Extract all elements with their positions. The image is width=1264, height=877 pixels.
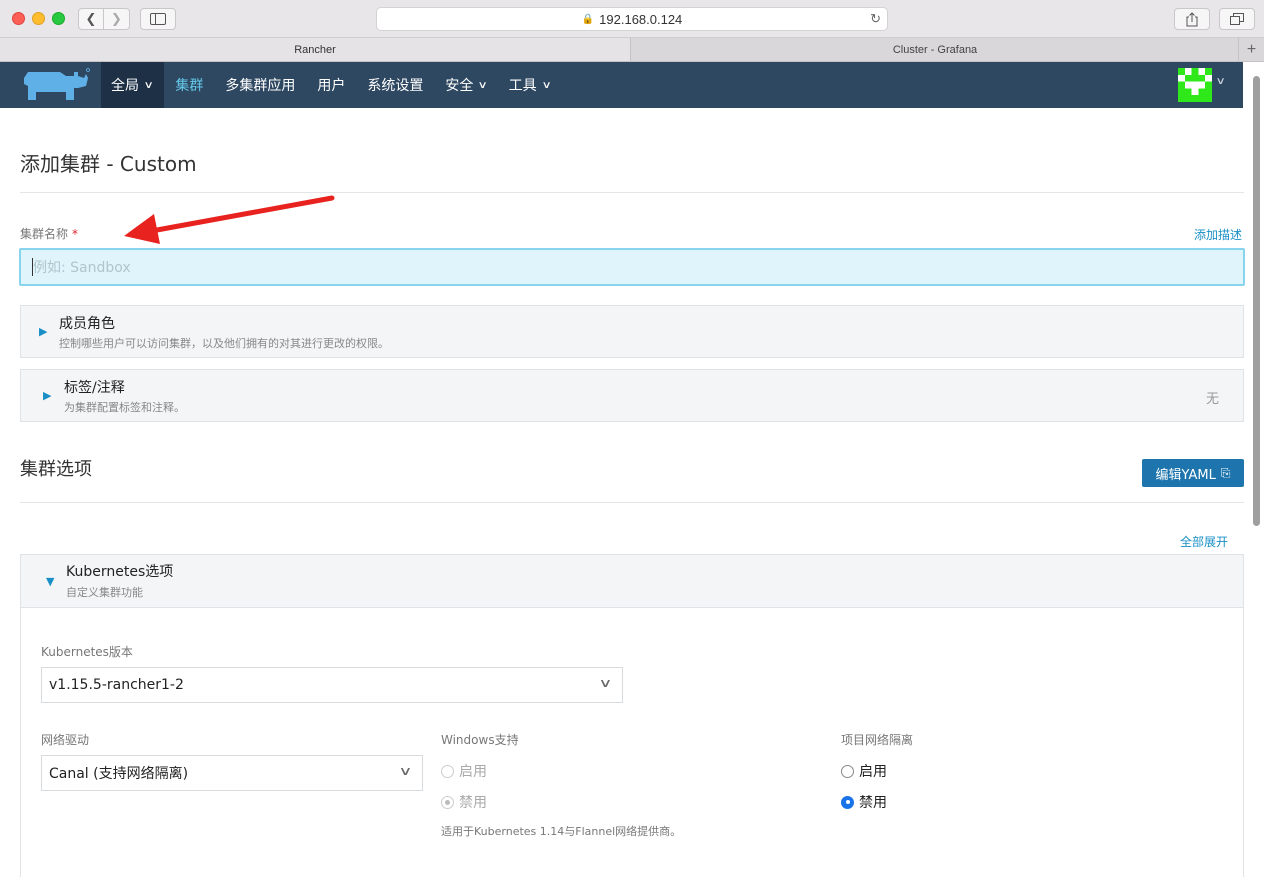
kubernetes-options-header[interactable]: ▼ Kubernetes选项 自定义集群功能 [21,555,1243,608]
required-mark: * [72,227,79,241]
menu-users[interactable]: 用户 [306,62,356,108]
caret-right-icon: ▶ [39,325,48,338]
kubernetes-options-panel: ▼ Kubernetes选项 自定义集群功能 Kubernetes版本 v1.1… [20,554,1244,877]
windows-disable-radio[interactable]: 禁用 [441,792,487,812]
user-avatar[interactable] [1178,68,1212,102]
radio-label: 启用 [459,764,487,780]
menu-security[interactable]: 安全 ∨ [434,62,497,108]
reload-icon[interactable]: ↻ [870,11,881,27]
radio-icon [841,795,854,809]
radio-label: 禁用 [859,795,887,811]
isolation-disable-radio[interactable]: 禁用 [841,792,887,812]
radio-icon [441,795,454,809]
isolation-enable-radio[interactable]: 启用 [841,761,887,781]
cluster-options-title: 集群选项 [20,459,92,480]
radio-icon [841,764,854,778]
accordion-labels-annotations[interactable]: ▶ 标签/注释 为集群配置标签和注释。 无 [20,369,1244,422]
tab-rancher[interactable]: Rancher [0,38,631,61]
accordion-member-roles[interactable]: ▶ 成员角色 控制哪些用户可以访问集群，以及他们拥有的对其进行更改的权限。 [20,305,1244,358]
windows-support-note: 适用于Kubernetes 1.14与Flannel网络提供商。 [441,825,682,838]
accordion-subtitle: 为集群配置标签和注释。 [64,401,185,414]
network-driver-label: 网络驱动 [41,733,90,747]
add-description-link[interactable]: 添加描述 [1194,226,1242,243]
chevron-left-icon: ❮ [85,11,97,27]
cluster-name-label: 集群名称 * [20,225,78,242]
browser-titlebar: ❮ ❯ 🔒 192.168.0.124 ↻ [0,0,1264,38]
menu-label: 安全 [445,78,474,94]
sidebar-icon [150,13,166,25]
cluster-name-input[interactable]: 例如: Sandbox [19,248,1245,286]
radio-label: 启用 [859,764,887,780]
accordion-subtitle: 自定义集群功能 [66,586,143,599]
divider [20,502,1244,503]
accordion-title: 标签/注释 [64,380,125,396]
edit-yaml-label: 编辑YAML [1155,467,1216,483]
k8s-version-label: Kubernetes版本 [41,645,133,659]
windows-enable-radio[interactable]: 启用 [441,761,487,781]
page-scrollbar[interactable] [1253,76,1260,526]
tabs-icon [1230,13,1244,25]
address-bar[interactable]: 🔒 192.168.0.124 ↻ [376,7,888,31]
tab-bar: Rancher Cluster - Grafana + [0,38,1264,62]
main-menu: 全局 ∨ 集群 多集群应用 用户 系统设置 安全 ∨ 工具 ∨ [101,62,561,108]
chevron-down-icon: ∨ [598,676,613,690]
menu-label: 工具 [508,78,537,94]
menu-label: 全局 [111,78,139,94]
cluster-name-label-text: 集群名称 [20,227,69,241]
radio-label: 禁用 [459,795,487,811]
caret-down-icon: ▼ [46,575,55,588]
windows-support-label: Windows支持 [441,733,519,747]
accordion-title: Kubernetes选项 [66,564,174,580]
share-button[interactable] [1174,8,1210,30]
network-driver-value: Canal (支持网络隔离) [49,766,189,782]
lock-icon: 🔒 [581,13,595,25]
k8s-version-value: v1.15.5-rancher1-2 [49,677,184,693]
show-tabs-button[interactable] [1219,8,1255,30]
new-tab-button[interactable]: + [1238,38,1264,61]
page-title: 添加集群 - Custom [20,152,197,176]
share-icon [1186,11,1198,26]
zoom-window-button[interactable] [52,12,65,25]
edit-yaml-button[interactable]: 编辑YAML ⎘ [1142,459,1244,487]
menu-multi-cluster-apps[interactable]: 多集群应用 [214,62,306,108]
annotation-arrow-icon [124,195,335,244]
accordion-subtitle: 控制哪些用户可以访问集群，以及他们拥有的对其进行更改的权限。 [59,337,389,350]
network-driver-select[interactable]: Canal (支持网络隔离) ∨ [41,755,423,791]
menu-settings[interactable]: 系统设置 [356,62,434,108]
chevron-down-icon: ∨ [541,79,552,91]
expand-all-link[interactable]: 全部展开 [1180,533,1228,550]
close-window-button[interactable] [12,12,25,25]
app-header: 全局 ∨ 集群 多集群应用 用户 系统设置 安全 ∨ 工具 ∨ ∨ [0,62,1243,108]
project-isolation-label: 项目网络隔离 [841,733,914,747]
caret-right-icon: ▶ [43,389,52,402]
labels-count-value: 无 [1205,392,1219,407]
back-button[interactable]: ❮ [78,8,104,30]
k8s-version-select[interactable]: v1.15.5-rancher1-2 ∨ [41,667,623,703]
menu-clusters[interactable]: 集群 [164,62,214,108]
tab-grafana[interactable]: Cluster - Grafana [632,38,1238,61]
rancher-logo[interactable] [20,66,92,104]
menu-tools[interactable]: 工具 ∨ [498,62,561,108]
minimize-window-button[interactable] [32,12,45,25]
menu-global[interactable]: 全局 ∨ [101,62,165,108]
cluster-name-placeholder: 例如: Sandbox [33,260,131,276]
text-caret [32,258,33,276]
chevron-right-icon: ❯ [111,11,122,27]
sidebar-toggle-button[interactable] [140,8,176,30]
radio-icon [441,764,454,778]
plus-icon: + [1246,40,1257,58]
chevron-down-icon: ∨ [398,764,413,778]
copy-icon: ⎘ [1220,465,1231,480]
url-text: 192.168.0.124 [599,11,683,27]
chevron-down-icon: ∨ [143,79,154,91]
chevron-down-icon: ∨ [477,79,489,91]
forward-button[interactable]: ❯ [104,8,130,30]
chevron-down-icon[interactable]: ∨ [1216,76,1226,87]
accordion-title: 成员角色 [59,316,115,332]
